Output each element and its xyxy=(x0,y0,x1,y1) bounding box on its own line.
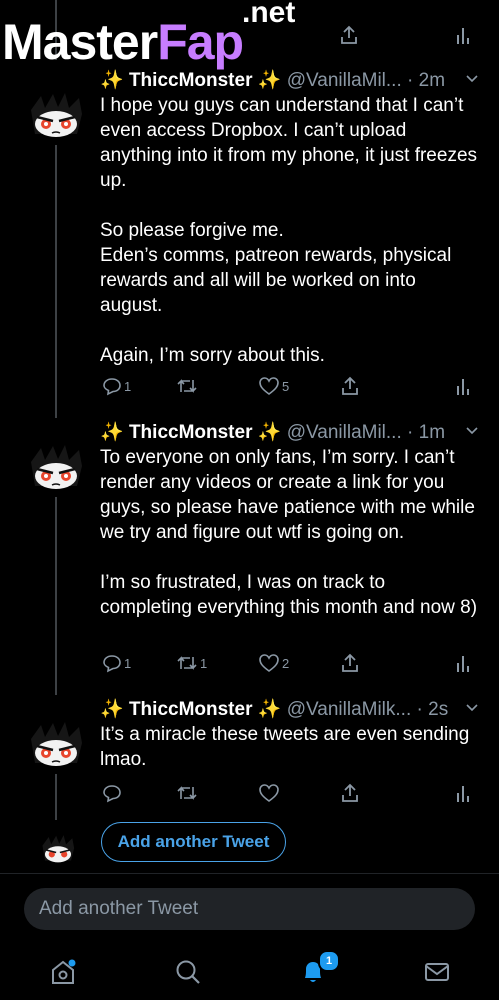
timestamp[interactable]: · 2s xyxy=(417,699,449,720)
sparkle-emoji: ✨ xyxy=(257,699,282,720)
tweet-paragraph: Again, I’m sorry about this. xyxy=(100,345,325,366)
tweet-paragraph: I’m so frustrated, I was on track to com… xyxy=(100,572,478,618)
watermark-text-net: .net xyxy=(242,0,296,29)
tweet-text: It’s a miracle these tweets are even sen… xyxy=(100,722,480,772)
tweet[interactable]: ✨ ThiccMonster ✨ @VanillaMil... · 2m I h… xyxy=(0,68,499,398)
reply-icon xyxy=(103,655,121,673)
masterfap-watermark: MasterFap .net xyxy=(0,0,310,80)
tweet[interactable]: ✨ ThiccMonster ✨ @VanillaMilk... · 2s It… xyxy=(0,697,499,812)
sparkle-emoji: ✨ xyxy=(257,422,282,443)
display-name[interactable]: ThiccMonster xyxy=(129,422,253,443)
add-another-tweet-button[interactable]: Add another Tweet xyxy=(101,822,286,862)
retweet-icon xyxy=(177,379,197,393)
tweet-text: To everyone on only fans, I’m sorry. I c… xyxy=(100,445,480,620)
tweet[interactable]: ✨ ThiccMonster ✨ @VanillaMil... · 1m To … xyxy=(0,420,499,680)
share-button[interactable] xyxy=(339,780,361,806)
like-icon xyxy=(259,377,279,395)
avatar[interactable] xyxy=(27,88,85,146)
share-button[interactable] xyxy=(338,22,360,48)
like-icon xyxy=(259,784,279,802)
display-name[interactable]: ThiccMonster xyxy=(129,699,253,720)
tweet-paragraph: To everyone on only fans, I’m sorry. I c… xyxy=(100,447,475,543)
retweet-button[interactable] xyxy=(176,373,200,399)
share-icon xyxy=(341,25,357,44)
share-icon xyxy=(342,376,358,395)
retweet-icon xyxy=(177,786,197,800)
divider xyxy=(0,873,499,874)
analytics-button[interactable] xyxy=(453,22,473,48)
tweet-paragraph: I hope you guys can understand that I ca… xyxy=(100,95,478,191)
avatar[interactable] xyxy=(27,440,85,498)
compose-input[interactable]: Add another Tweet xyxy=(24,888,475,930)
like-icon xyxy=(259,654,279,672)
retweet-button[interactable] xyxy=(176,780,200,806)
analytics-button[interactable] xyxy=(453,650,473,676)
more-caret-icon[interactable] xyxy=(464,700,480,716)
tweet-header: ✨ ThiccMonster ✨ @VanillaMil... · 1m xyxy=(100,420,480,446)
more-caret-icon[interactable] xyxy=(464,71,480,87)
like-button[interactable]: 5 xyxy=(258,373,289,399)
retweet-count: 1 xyxy=(200,655,208,671)
analytics-icon xyxy=(457,28,469,44)
sparkle-emoji: ✨ xyxy=(100,699,124,720)
reply-count: 1 xyxy=(124,655,132,671)
avatar[interactable] xyxy=(40,832,76,868)
watermark-text-master: Master xyxy=(2,14,158,70)
tweet-paragraph: So please forgive me. Eden’s comms, patr… xyxy=(100,220,452,316)
tweet-paragraph: It’s a miracle these tweets are even sen… xyxy=(100,724,470,770)
timestamp[interactable]: · 2m xyxy=(407,70,445,91)
share-icon xyxy=(342,653,358,672)
analytics-button[interactable] xyxy=(453,373,473,399)
reply-button[interactable] xyxy=(102,780,124,806)
home-icon[interactable] xyxy=(48,957,78,987)
sparkle-emoji: ✨ xyxy=(100,422,124,443)
reply-button[interactable]: 1 xyxy=(102,650,131,676)
search-icon[interactable] xyxy=(173,957,203,987)
analytics-icon xyxy=(457,786,469,802)
analytics-icon xyxy=(457,379,469,395)
retweet-button[interactable]: 1 xyxy=(176,650,207,676)
reply-icon xyxy=(103,378,121,396)
share-button[interactable] xyxy=(339,650,361,676)
like-button[interactable] xyxy=(258,780,282,806)
tweet-actions xyxy=(100,780,480,806)
analytics-icon xyxy=(457,656,469,672)
tweet-actions: 1 1 2 xyxy=(100,650,480,676)
avatar[interactable] xyxy=(27,717,85,775)
username[interactable]: @VanillaMilk... xyxy=(287,699,412,720)
add-tweet-row: Add another Tweet xyxy=(0,820,499,868)
watermark-text-fap: Fap xyxy=(157,14,244,70)
username[interactable]: @VanillaMil... xyxy=(287,422,402,443)
retweet-icon xyxy=(177,656,197,670)
analytics-button[interactable] xyxy=(453,780,473,806)
timestamp[interactable]: · 1m xyxy=(407,422,445,443)
bottom-tab-bar xyxy=(0,945,499,1000)
share-icon xyxy=(342,783,358,802)
tweet-actions: 1 5 xyxy=(100,373,480,399)
reply-count: 1 xyxy=(124,378,132,394)
notifications-badge: 1 xyxy=(318,950,340,972)
like-count: 2 xyxy=(282,655,290,671)
share-button[interactable] xyxy=(339,373,361,399)
like-count: 5 xyxy=(282,378,290,394)
like-button[interactable]: 2 xyxy=(258,650,289,676)
tweet-header: ✨ ThiccMonster ✨ @VanillaMilk... · 2s xyxy=(100,697,480,723)
messages-icon[interactable] xyxy=(422,957,452,987)
reply-button[interactable]: 1 xyxy=(102,373,131,399)
tweet-text: I hope you guys can understand that I ca… xyxy=(100,93,480,368)
reply-icon xyxy=(103,785,121,803)
more-caret-icon[interactable] xyxy=(464,423,480,439)
